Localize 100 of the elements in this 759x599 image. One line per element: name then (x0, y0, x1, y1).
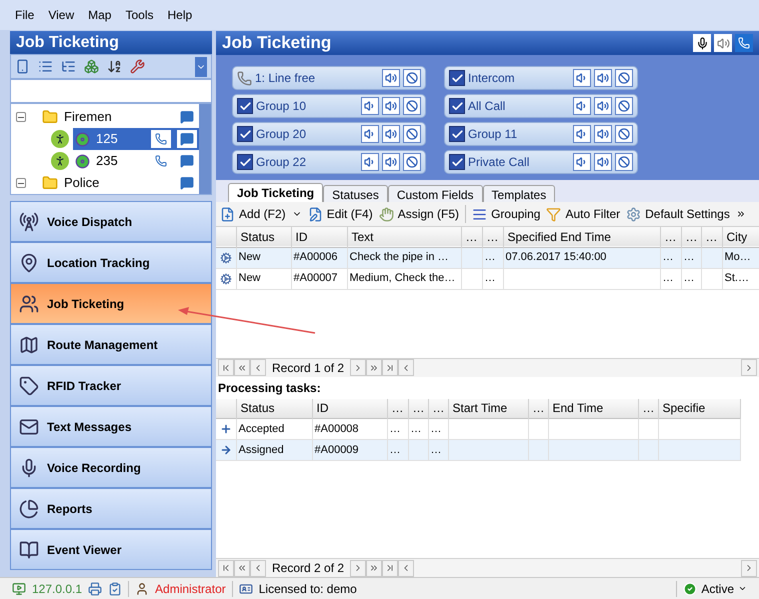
tab[interactable]: Job Ticketing (228, 183, 324, 202)
column-header[interactable]: Specified End Time (503, 227, 660, 247)
channel-checkbox[interactable] (449, 154, 465, 170)
talk-button[interactable] (573, 125, 591, 143)
dropdown-button[interactable] (195, 56, 207, 76)
microphone-button[interactable] (693, 34, 711, 52)
nav-button[interactable]: RFID Tracker (10, 365, 212, 406)
channel-checkbox[interactable] (237, 126, 253, 142)
talk-button[interactable] (573, 97, 591, 115)
column-header[interactable]: Status (236, 227, 291, 247)
overflow-icon[interactable] (736, 209, 746, 219)
channel-checkbox[interactable] (449, 98, 465, 114)
column-header[interactable]: … (461, 227, 482, 247)
nav-button[interactable]: Voice Recording (10, 447, 212, 488)
channel-checkbox[interactable] (237, 154, 253, 170)
toolbar-button[interactable]: Default Settings (626, 205, 730, 223)
toolbar-button[interactable]: Edit (F4) (308, 205, 373, 223)
block-button[interactable] (615, 153, 633, 171)
column-header[interactable]: ID (291, 227, 347, 247)
block-button[interactable] (403, 69, 421, 87)
speaker-button[interactable] (594, 125, 612, 143)
sort-icon[interactable] (107, 59, 122, 74)
channel-checkbox[interactable] (237, 98, 253, 114)
speaker-button[interactable] (382, 125, 400, 143)
toolbar-button[interactable]: Assign (F5) (378, 205, 460, 223)
nav-button[interactable]: Voice Dispatch (10, 201, 212, 242)
menu-item[interactable]: View (48, 6, 74, 24)
last-record-button[interactable] (382, 560, 398, 576)
status-dropdown[interactable]: Active (683, 580, 747, 598)
menu-item[interactable]: File (15, 6, 34, 24)
channel-checkbox[interactable] (449, 70, 465, 86)
tab[interactable]: Templates (482, 185, 556, 202)
talk-button[interactable] (361, 125, 379, 143)
previous-page-button[interactable] (234, 359, 250, 376)
table-row[interactable]: Assigned #A00009 … … (216, 440, 740, 460)
scrollbar[interactable] (199, 104, 211, 194)
menu-item[interactable]: Map (88, 6, 112, 24)
nav-button[interactable]: Location Tracking (10, 242, 212, 283)
message-button[interactable] (177, 130, 197, 148)
block-button[interactable] (615, 97, 633, 115)
tree-label[interactable]: Firemen (64, 107, 171, 127)
talk-button[interactable] (361, 97, 379, 115)
last-record-button[interactable] (382, 359, 398, 376)
block-button[interactable] (403, 125, 421, 143)
search-field[interactable] (10, 79, 212, 103)
tree-label[interactable]: Police (64, 173, 171, 193)
next-page-button[interactable] (366, 560, 382, 576)
call-button[interactable] (151, 130, 171, 148)
talk-button[interactable] (573, 153, 591, 171)
column-header[interactable]: … (482, 227, 503, 247)
phone-icon[interactable] (15, 59, 30, 74)
next-page-button[interactable] (366, 359, 382, 376)
nav-button[interactable]: Route Management (10, 324, 212, 365)
tree-item[interactable]: 235 (73, 150, 199, 172)
speaker-button[interactable] (382, 69, 400, 87)
menu-item[interactable]: Help (168, 6, 192, 24)
tab[interactable]: Custom Fields (388, 185, 483, 202)
block-button[interactable] (615, 69, 633, 87)
tree-item[interactable]: 125 (73, 128, 199, 150)
nav-button[interactable]: Text Messages (10, 406, 212, 447)
tab[interactable]: Statuses (323, 185, 388, 202)
speaker-button[interactable] (594, 69, 612, 87)
group-icon[interactable] (84, 59, 99, 74)
block-icon (618, 72, 630, 84)
column-header[interactable]: … (660, 227, 681, 247)
nav-button[interactable]: Reports (10, 488, 212, 529)
toolbar-button[interactable]: Auto Filter (546, 205, 620, 223)
nav-button[interactable]: Job Ticketing (10, 283, 212, 324)
block-button[interactable] (403, 97, 421, 115)
toolbar-button[interactable]: Grouping (472, 205, 540, 223)
block-button[interactable] (403, 153, 421, 171)
column-header[interactable]: … (681, 227, 701, 247)
tools-icon[interactable] (130, 59, 145, 74)
talk-button[interactable] (361, 153, 379, 171)
list-icon[interactable] (38, 59, 53, 74)
column-header[interactable]: City (722, 227, 759, 247)
speaker-button[interactable] (382, 97, 400, 115)
phone-button[interactable] (735, 34, 753, 52)
table-row[interactable]: New #A00006 Check the pipe in … … 07.06.2017 15:40:00 … … Mo… (216, 247, 759, 268)
speaker-button[interactable] (714, 34, 732, 52)
column-header[interactable]: … (701, 227, 722, 247)
table-row[interactable]: Accepted #A00008 … … … (216, 418, 740, 440)
speaker-button[interactable] (594, 153, 612, 171)
expander-toggle[interactable] (16, 178, 26, 188)
first-record-button[interactable] (218, 359, 234, 376)
talk-button[interactable] (573, 69, 591, 87)
speaker-button[interactable] (382, 153, 400, 171)
toolbar-button[interactable]: Add (F2) (220, 205, 286, 223)
expander-toggle[interactable] (16, 112, 26, 122)
speaker-button[interactable] (594, 97, 612, 115)
channel-checkbox[interactable] (449, 126, 465, 142)
menu-item[interactable]: Tools (125, 6, 154, 24)
speaker-icon (597, 128, 609, 140)
nav-button[interactable]: Event Viewer (10, 529, 212, 570)
block-button[interactable] (615, 125, 633, 143)
tree-icon[interactable] (61, 59, 76, 74)
first-record-button[interactable] (218, 560, 234, 576)
previous-page-button[interactable] (234, 560, 250, 576)
column-header[interactable]: Text (347, 227, 461, 247)
table-row[interactable]: New #A00007 Medium, Check the… … … … St.… (216, 268, 759, 289)
